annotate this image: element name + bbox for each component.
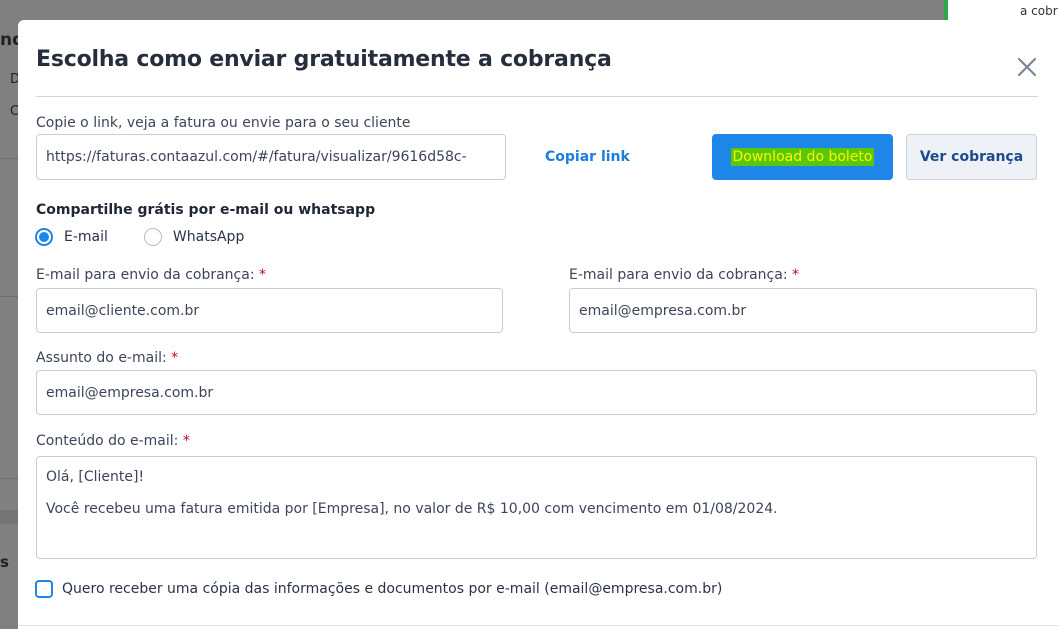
- background-divider: [0, 158, 18, 159]
- content-label-text: Conteúdo do e-mail:: [36, 433, 179, 449]
- subject-input[interactable]: email@empresa.com.br: [36, 370, 1037, 415]
- link-section-label: Copie o link, veja a fatura ou envie par…: [36, 115, 411, 131]
- content-line: Olá, [Cliente]!: [46, 469, 145, 485]
- radio-whatsapp-label: WhatsApp: [172, 229, 245, 245]
- subject-label: Assunto do e-mail: *: [36, 350, 178, 366]
- email-to-value: email@cliente.com.br: [46, 302, 200, 319]
- title-divider: [36, 96, 1038, 97]
- email-to-input[interactable]: email@cliente.com.br: [36, 288, 503, 333]
- close-icon: [1017, 57, 1037, 77]
- radio-email-label: E-mail: [64, 229, 108, 245]
- background-bar: [0, 510, 18, 524]
- toast-text: a cobr: [1020, 4, 1058, 18]
- email-from-label: E-mail para envio da cobrança: *: [569, 267, 799, 283]
- copy-email-checkbox-label: Quero receber uma cópia das informações …: [62, 581, 723, 597]
- required-mark: *: [792, 267, 799, 283]
- copy-email-checkbox-row[interactable]: Quero receber uma cópia das informações …: [35, 580, 722, 598]
- close-button[interactable]: [1015, 55, 1039, 79]
- radio-email[interactable]: E-mail: [35, 228, 108, 246]
- invoice-link-value: https://faturas.contaazul.com/#/fatura/v…: [46, 149, 467, 165]
- email-to-label: E-mail para envio da cobrança: *: [36, 267, 266, 283]
- subject-label-text: Assunto do e-mail:: [36, 350, 167, 366]
- share-section-title: Compartilhe grátis por e-mail ou whatsap…: [36, 202, 376, 218]
- email-to-label-text: E-mail para envio da cobrança:: [36, 267, 255, 283]
- background-divider: [0, 296, 18, 297]
- view-invoice-button[interactable]: Ver cobrança: [906, 134, 1037, 180]
- invoice-link-field[interactable]: https://faturas.contaazul.com/#/fatura/v…: [36, 134, 506, 180]
- background-text-fragment: s: [0, 553, 9, 571]
- email-from-input[interactable]: email@empresa.com.br: [569, 288, 1037, 333]
- send-invoice-modal: Escolha como enviar gratuitamente a cobr…: [18, 20, 1059, 629]
- required-mark: *: [259, 267, 266, 283]
- download-boleto-button[interactable]: Download do boleto: [712, 134, 893, 180]
- radio-checked-icon: [35, 228, 53, 246]
- copy-link-button[interactable]: Copiar link: [545, 149, 630, 165]
- background-divider: [0, 478, 18, 479]
- required-mark: *: [182, 433, 190, 449]
- download-boleto-label: Download do boleto: [730, 148, 875, 166]
- copy-email-checkbox[interactable]: [35, 580, 53, 598]
- footer-divider: [18, 625, 1059, 626]
- share-method-radio-group: E-mail WhatsApp: [35, 228, 280, 246]
- radio-unchecked-icon: [143, 228, 162, 246]
- radio-whatsapp[interactable]: WhatsApp: [143, 228, 245, 246]
- modal-title: Escolha como enviar gratuitamente a cobr…: [36, 47, 612, 72]
- content-textarea[interactable]: Olá, [Cliente]! Você recebeu uma fatura …: [36, 456, 1037, 559]
- content-label: Conteúdo do e-mail: *: [36, 433, 190, 449]
- required-mark: *: [171, 350, 179, 366]
- content-line: Você recebeu uma fatura emitida por [Emp…: [46, 501, 778, 517]
- subject-value: email@empresa.com.br: [46, 384, 214, 401]
- email-from-value: email@empresa.com.br: [579, 302, 747, 319]
- email-from-label-text: E-mail para envio da cobrança:: [569, 267, 788, 283]
